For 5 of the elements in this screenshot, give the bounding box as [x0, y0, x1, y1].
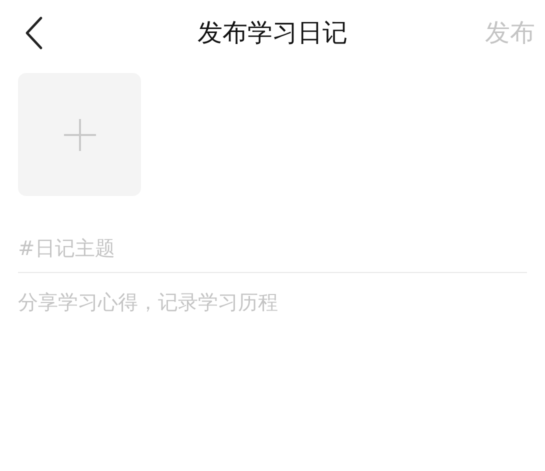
page-title: 发布学习日记 [198, 17, 348, 50]
back-icon [24, 16, 44, 50]
topic-field[interactable]: #日记主题 [18, 223, 527, 273]
plus-icon [62, 118, 96, 152]
content-field[interactable]: 分享学习心得，记录学习历程 [18, 287, 527, 407]
